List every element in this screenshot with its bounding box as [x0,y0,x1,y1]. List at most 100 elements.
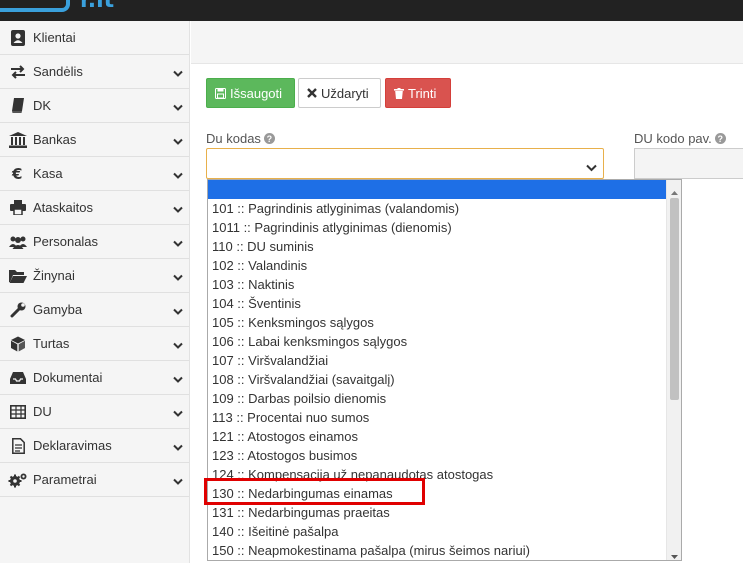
dropdown-option[interactable]: 104 :: Šventinis [208,294,668,313]
dropdown-option[interactable]: 109 :: Darbas poilsio dienomis [208,389,668,408]
delete-button[interactable]: Trinti [385,78,451,108]
logo-mark [0,0,70,12]
euro-icon: € [8,166,28,182]
sidebar-item-6[interactable]: Personalas [0,225,189,259]
close-button[interactable]: Uždaryti [298,78,381,108]
cube-icon [8,336,28,352]
scroll-up-arrow-icon[interactable] [670,184,679,195]
sidebar-item-13[interactable]: Parametrai [0,463,189,497]
du-kodas-label: Du kodas ? [206,131,275,146]
sidebar-item-label: Klientai [33,30,76,45]
chevron-down-icon [173,338,183,349]
dropdown-option[interactable]: 103 :: Naktinis [208,275,668,294]
chevron-down-icon [173,406,183,417]
trash-icon [394,87,404,99]
header-strip [191,21,743,64]
du-kodas-select[interactable] [206,148,604,179]
chevron-down-icon [173,304,183,315]
help-icon[interactable]: ? [714,133,726,144]
sidebar-item-8[interactable]: Gamyba [0,293,189,327]
logo[interactable]: r.lt [0,0,114,12]
sidebar-item-0[interactable]: Klientai [0,21,189,55]
logo-text: r.lt [80,0,115,13]
wrench-icon [8,302,28,318]
scrollbar-thumb[interactable] [670,198,679,400]
dropdown-option[interactable]: 130 :: Nedarbingumas einamas [208,484,668,503]
sidebar-item-2[interactable]: DK [0,89,189,123]
printer-icon [8,200,28,216]
sidebar-item-4[interactable]: € Kasa [0,157,189,191]
sidebar-item-10[interactable]: Dokumentai [0,361,189,395]
dropdown-option[interactable]: 121 :: Atostogos einamos [208,427,668,446]
dropdown-option[interactable]: 105 :: Kenksmingos sąlygos [208,313,668,332]
chevron-down-icon [173,440,183,451]
dropdown-option-selected[interactable] [208,180,668,199]
sidebar-item-label: Gamyba [33,302,83,317]
dropdown-option[interactable]: 1011 :: Pagrindinis atlyginimas (dienomi… [208,218,668,237]
inbox-icon [8,370,28,386]
document-icon [8,437,28,454]
svg-text:€: € [11,166,22,181]
sidebar-item-9[interactable]: Turtas [0,327,189,361]
sidebar-item-label: Dokumentai [33,370,103,385]
delete-button-label: Trinti [408,85,437,101]
help-icon[interactable]: ? [263,133,275,144]
chevron-down-icon [586,159,597,177]
sidebar-item-7[interactable]: Žinynai [0,259,189,293]
dropdown-option[interactable]: 131 :: Nedarbingumas praeitas [208,503,668,522]
dropdown-option[interactable]: 106 :: Labai kenksmingos sąlygos [208,332,668,351]
chevron-down-icon [173,236,183,247]
sidebar-item-label: Sandėlis [33,64,83,79]
dropdown-option[interactable]: 102 :: Valandinis [208,256,668,275]
chevron-down-icon [173,202,183,213]
du-kodo-pav-input[interactable] [634,148,743,179]
dropdown-option[interactable]: 123 :: Atostogos busimos [208,446,668,465]
save-button[interactable]: Išsaugoti [206,78,295,108]
sidebar-item-label: DU [33,404,52,419]
sidebar-item-label: Parametrai [33,472,97,487]
sidebar-item-label: Ataskaitos [33,200,93,215]
dropdown-option[interactable]: 150 :: Neapmokestinama pašalpa (mirus še… [208,541,668,560]
du-kodo-pav-label: DU kodo pav. ? [634,131,726,146]
sidebar-item-label: Bankas [33,132,77,147]
exchange-arrows-icon [8,64,28,80]
sidebar-item-label: Deklaravimas [33,438,112,453]
close-button-label: Uždaryti [321,85,369,101]
sidebar-item-3[interactable]: Bankas [0,123,189,157]
dropdown-option[interactable]: 108 :: Viršvalandžiai (savaitgalį) [208,370,668,389]
du-kodas-label-text: Du kodas [206,131,261,146]
chevron-down-icon [173,270,183,281]
close-icon [307,88,317,98]
book-icon [8,98,28,114]
sidebar-item-1[interactable]: Sandėlis [0,55,189,89]
dropdown-option[interactable]: 140 :: Išeitinė pašalpa [208,522,668,541]
chevron-down-icon [173,372,183,383]
du-kodas-dropdown-list[interactable]: 150 :: Neapmokestinama pašalpa (mirus še… [207,179,682,561]
dropdown-option[interactable]: 124 :: Kompensacija už nepanaudotas atos… [208,465,668,484]
contact-card-icon [8,29,28,46]
floppy-disk-icon [215,87,226,99]
chevron-down-icon [173,134,183,145]
chevron-down-icon [173,66,183,77]
save-button-label: Išsaugoti [230,85,283,101]
sidebar-item-label: Personalas [33,234,99,249]
sidebar-item-label: Kasa [33,166,63,181]
table-icon [8,404,28,420]
sidebar-item-11[interactable]: DU [0,395,189,429]
bank-icon [8,131,28,148]
sidebar-item-12[interactable]: Deklaravimas [0,429,189,463]
dropdown-option[interactable]: 107 :: Viršvalandžiai [208,351,668,370]
users-icon [8,234,28,250]
sidebar-item-label: Turtas [33,336,70,351]
gears-icon [8,472,28,488]
scrollbar[interactable] [666,180,681,560]
dropdown-option[interactable]: 113 :: Procentai nuo sumos [208,408,668,427]
sidebar-item-label: DK [33,98,52,113]
sidebar-item-5[interactable]: Ataskaitos [0,191,189,225]
sidebar-item-label: Žinynai [33,268,75,283]
chevron-down-icon [173,100,183,111]
sidebar: Klientai Sandėlis DK Bankas € Kasa Ataskaitos P… [0,21,190,563]
scroll-down-arrow-icon[interactable] [670,548,679,559]
dropdown-option[interactable]: 101 :: Pagrindinis atlyginimas (valandom… [208,199,668,218]
dropdown-option[interactable]: 110 :: DU suminis [208,237,668,256]
